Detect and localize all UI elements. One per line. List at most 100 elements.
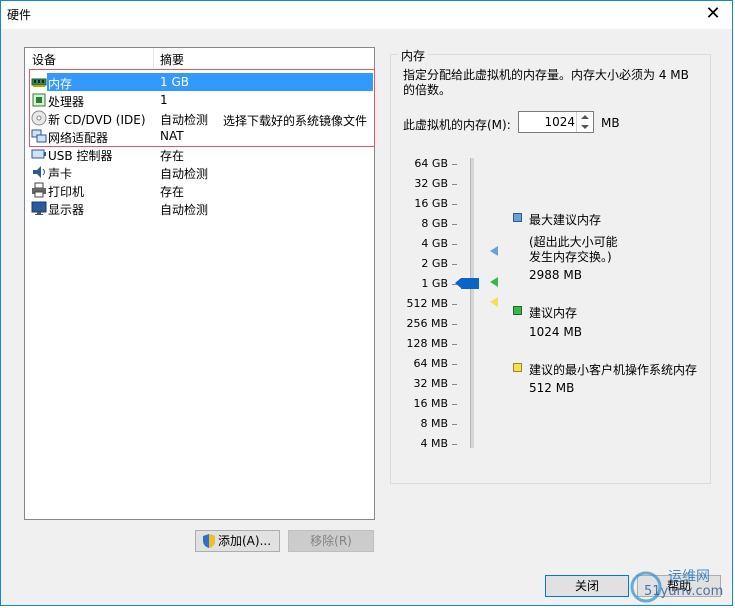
column-header-device[interactable]: 设备 [32, 51, 56, 68]
rec-legend-swatch [513, 306, 522, 315]
device-name: 网络适配器 [48, 131, 109, 145]
device-name: 打印机 [48, 185, 85, 199]
scale-tick [452, 164, 457, 165]
device-summary: NAT [160, 129, 184, 143]
scale-label: 8 GB [421, 217, 448, 230]
scale-label: 32 GB [414, 177, 448, 190]
shield-icon [202, 533, 216, 555]
device-summary: 存在 [160, 149, 185, 163]
watermark-text-2: 51yunv.com [644, 584, 724, 599]
display-icon [31, 200, 47, 216]
memory-group-title: 内存 [398, 47, 429, 64]
scale-tick [452, 224, 457, 225]
spin-up-icon[interactable] [581, 115, 589, 119]
printer-icon [31, 182, 47, 198]
scale-label: 2 GB [421, 257, 448, 270]
scale-label: 128 MB [406, 337, 448, 350]
memory-spin-buttons[interactable] [576, 112, 593, 132]
max-legend-note-2: 发生内存交换。) [529, 250, 612, 264]
min-legend-title: 建议的最小客户机操作系统内存 [529, 363, 698, 377]
scale-tick [452, 204, 457, 205]
device-summary: 自动检测 [160, 113, 209, 127]
cd-dvd-icon [31, 110, 47, 126]
scale-tick [452, 324, 457, 325]
spin-down-icon[interactable] [581, 125, 589, 129]
scale-label: 8 MB [420, 417, 448, 430]
column-separator[interactable] [153, 48, 154, 68]
scale-tick [452, 444, 457, 445]
memory-input[interactable] [521, 114, 575, 130]
rec-legend-title: 建议内存 [529, 306, 578, 320]
device-row-network[interactable]: 网络适配器 NAT [25, 127, 374, 145]
min-legend-swatch [513, 363, 522, 372]
title-bar: 硬件 ✕ [1, 1, 732, 29]
scale-label: 4 MB [420, 437, 448, 450]
list-header: 设备 摘要 [25, 48, 374, 68]
processor-icon [31, 92, 47, 108]
device-row-processor[interactable]: 处理器 1 [25, 91, 374, 109]
scale-label: 64 MB [413, 357, 448, 370]
scale-tick [452, 264, 457, 265]
window-title: 硬件 [7, 8, 32, 22]
add-button-label: 添加(A)... [218, 534, 272, 548]
device-summary: 存在 [160, 185, 185, 199]
device-name: 内存 [48, 77, 73, 91]
memory-description: 指定分配给此虚拟机的内存量。内存大小必须为 4 MB 的倍数。 [403, 68, 689, 97]
device-name: 声卡 [48, 167, 73, 181]
device-name: USB 控制器 [48, 149, 113, 163]
scale-label: 16 MB [413, 397, 448, 410]
scale-tick [452, 364, 457, 365]
scale-tick [452, 384, 457, 385]
device-summary: 1 [160, 93, 168, 107]
device-row-display[interactable]: 显示器 自动检测 [25, 199, 374, 217]
watermark-logo: 运维网 51yunv.com [630, 565, 730, 605]
device-row-sound[interactable]: 声卡 自动检测 [25, 163, 374, 181]
memory-stepper[interactable] [518, 111, 594, 133]
annotation-text: 选择下载好的系统镜像文件 [223, 114, 368, 128]
max-recommended-marker [490, 246, 498, 256]
scale-tick [452, 424, 457, 425]
memory-icon [31, 74, 47, 90]
memory-unit: MB [601, 116, 620, 130]
scale-label: 64 GB [414, 157, 448, 170]
device-summary: 自动检测 [160, 167, 209, 181]
scale-label: 256 MB [406, 317, 448, 330]
rec-legend-value: 1024 MB [529, 325, 582, 339]
device-row-usb[interactable]: USB 控制器 存在 [25, 145, 374, 163]
device-name: 处理器 [48, 95, 85, 109]
column-header-summary[interactable]: 摘要 [160, 51, 184, 68]
memory-slider-track[interactable] [470, 158, 474, 448]
add-button[interactable]: 添加(A)... [195, 530, 280, 552]
close-icon[interactable]: ✕ [702, 3, 724, 25]
minimum-marker [490, 297, 498, 307]
device-summary: 1 GB [160, 75, 189, 89]
scale-label: 32 MB [413, 377, 448, 390]
max-legend-value: 2988 MB [529, 268, 582, 282]
device-name: 显示器 [48, 203, 85, 217]
usb-icon [31, 146, 47, 162]
scale-label: 1 GB [421, 277, 448, 290]
memory-slider-thumb[interactable] [455, 278, 479, 289]
scale-tick [452, 404, 457, 405]
scale-label: 16 GB [414, 197, 448, 210]
max-legend-swatch [513, 213, 522, 222]
network-adapter-icon [31, 128, 47, 144]
remove-button[interactable]: 移除(R) [288, 530, 374, 552]
scale-tick [452, 184, 457, 185]
scale-label: 512 MB [406, 297, 448, 310]
scale-tick [452, 304, 457, 305]
min-legend-value: 512 MB [529, 381, 575, 395]
close-button[interactable]: 关闭 [545, 575, 629, 597]
device-row-printer[interactable]: 打印机 存在 [25, 181, 374, 199]
scale-label: 4 GB [421, 237, 448, 250]
recommended-marker [490, 277, 498, 287]
scale-tick [452, 244, 457, 245]
watermark-text-1: 运维网 [668, 569, 710, 585]
sound-card-icon [31, 164, 47, 180]
selection-highlight [47, 73, 373, 91]
device-name: 新 CD/DVD (IDE) [48, 113, 146, 127]
device-summary: 自动检测 [160, 203, 209, 217]
max-legend-title: 最大建议内存 [529, 213, 602, 227]
device-row-memory[interactable]: 内存 1 GB [25, 73, 374, 91]
memory-field-label: 此虚拟机的内存(M): [403, 118, 511, 132]
